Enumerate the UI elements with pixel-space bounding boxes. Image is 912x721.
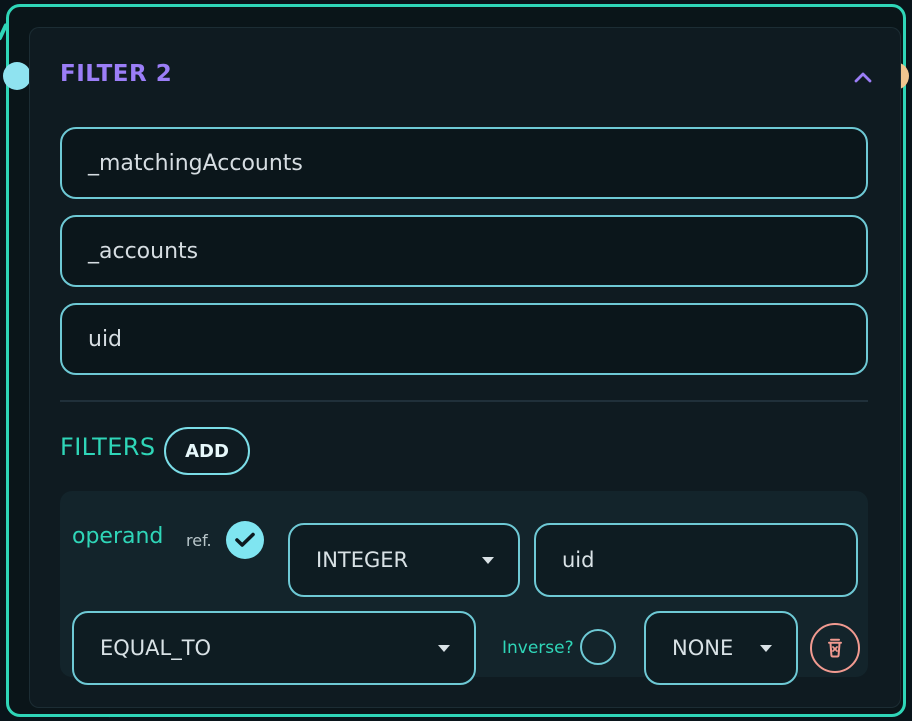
check-icon	[235, 532, 255, 547]
operand-label: operand	[72, 524, 164, 549]
source-field-3-value: uid	[88, 326, 123, 352]
operator-select[interactable]: EQUAL_TO	[72, 611, 476, 685]
collapse-button[interactable]	[848, 66, 878, 88]
source-field-3[interactable]: uid	[60, 303, 868, 375]
combine-select[interactable]: NONE	[644, 611, 798, 685]
add-filter-button[interactable]: ADD	[164, 427, 250, 475]
operand-value-text: uid	[562, 548, 595, 572]
type-select[interactable]: INTEGER	[288, 523, 520, 597]
app-canvas: FILTER 2 _matchingAccounts _accounts uid…	[0, 0, 912, 721]
node-frame: FILTER 2 _matchingAccounts _accounts uid…	[3, 4, 909, 717]
filter-row-panel: operand ref. INTEGER uid EQUAL_TO Invers…	[60, 491, 868, 685]
operand-value-input[interactable]: uid	[534, 523, 858, 597]
trash-icon	[828, 638, 842, 658]
combine-select-value: NONE	[672, 636, 734, 660]
inverse-label: Inverse?	[502, 638, 574, 658]
type-select-value: INTEGER	[316, 548, 409, 572]
operator-select-value: EQUAL_TO	[100, 636, 212, 660]
chevron-down-icon	[438, 645, 450, 652]
section-divider	[60, 400, 868, 402]
source-field-2[interactable]: _accounts	[60, 215, 868, 287]
ref-checkbox[interactable]	[226, 521, 264, 559]
chevron-down-icon	[482, 557, 494, 564]
filters-heading: FILTERS	[60, 433, 156, 461]
delete-filter-button[interactable]	[810, 623, 860, 673]
source-field-1-value: _matchingAccounts	[88, 150, 303, 176]
chevron-up-icon	[854, 72, 872, 83]
source-field-1[interactable]: _matchingAccounts	[60, 127, 868, 199]
add-filter-button-label: ADD	[185, 440, 229, 462]
node-title: FILTER 2	[60, 61, 173, 87]
filter-node-card: FILTER 2 _matchingAccounts _accounts uid…	[29, 27, 901, 708]
left-connection-handle[interactable]	[3, 62, 31, 90]
source-field-2-value: _accounts	[88, 238, 199, 264]
ref-label: ref.	[186, 531, 212, 550]
chevron-down-icon	[760, 645, 772, 652]
inverse-toggle[interactable]	[580, 629, 616, 665]
